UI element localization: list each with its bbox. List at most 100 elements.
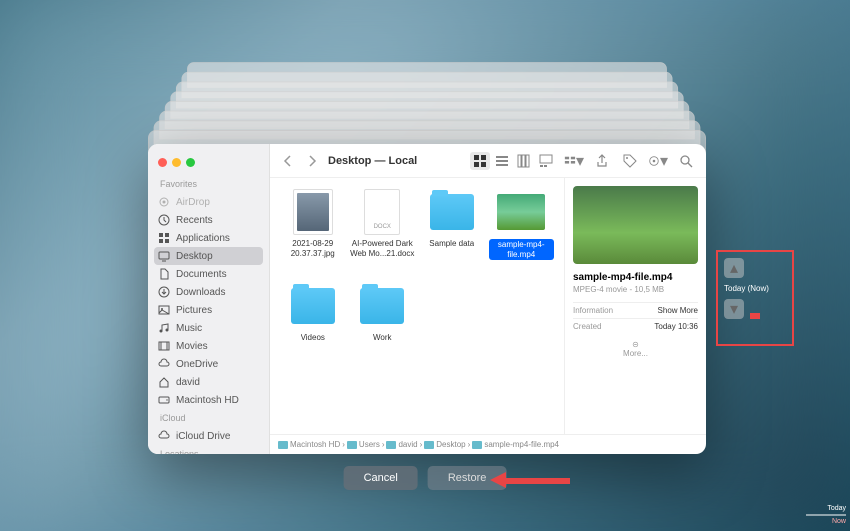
sidebar-item-macintosh-hd[interactable]: Macintosh HD	[148, 391, 269, 409]
sidebar-item-downloads[interactable]: Downloads	[148, 283, 269, 301]
timeline-down-button[interactable]: ▾	[724, 299, 744, 319]
file-item[interactable]: Videos	[280, 282, 346, 372]
sidebar: FavoritesAirDropRecents Applications Deskt…	[148, 144, 270, 454]
airdrop-icon	[158, 196, 170, 208]
hd-icon	[158, 394, 170, 406]
folder-icon	[472, 441, 482, 449]
sidebar-item-label: david	[176, 377, 200, 388]
group-button[interactable]: ▾	[564, 152, 584, 170]
file-name: 2021-08-29 20.37.37.jpg	[280, 239, 346, 258]
sidebar-item-label: Documents	[176, 269, 227, 280]
sidebar-item-label: Desktop	[176, 251, 213, 262]
window-title: Desktop — Local	[328, 155, 417, 167]
breadcrumb-item[interactable]: sample-mp4-file.mp4	[472, 440, 559, 449]
timeline-up-button[interactable]: ▴	[724, 258, 744, 278]
sidebar-item-icloud-drive[interactable]: iCloud Drive	[148, 427, 269, 445]
folder-icon	[291, 288, 335, 324]
preview-thumbnail	[573, 186, 698, 264]
recents-icon	[158, 214, 170, 226]
breadcrumb-item[interactable]: david	[386, 440, 417, 449]
path-bar: Macintosh HD›Users›david›Desktop›sample-…	[270, 434, 706, 454]
tags-button[interactable]	[620, 152, 640, 170]
docs-icon	[158, 268, 170, 280]
finder-window: FavoritesAirDropRecents Applications Deskt…	[148, 144, 706, 454]
folder-icon	[360, 288, 404, 324]
view-icons-button[interactable]	[470, 152, 490, 170]
music-icon	[158, 322, 170, 334]
cancel-button[interactable]: Cancel	[344, 466, 418, 490]
apps-icon	[158, 232, 170, 244]
action-button[interactable]: ▾	[648, 152, 668, 170]
file-name: Sample data	[429, 239, 474, 249]
info-label: Information	[573, 306, 613, 315]
file-item[interactable]: sample-mp4-file.mp4	[489, 188, 555, 278]
onedrive-icon	[158, 358, 170, 370]
sidebar-item-david[interactable]: david	[148, 373, 269, 391]
created-label: Created	[573, 322, 601, 331]
folder-icon	[278, 441, 288, 449]
view-columns-button[interactable]	[514, 152, 534, 170]
view-list-button[interactable]	[492, 152, 512, 170]
file-item[interactable]: Work	[350, 282, 416, 372]
preview-subtitle: MPEG-4 movie - 10,5 MB	[573, 285, 698, 294]
annotation-arrow	[490, 472, 570, 488]
preview-filename: sample-mp4-file.mp4	[573, 272, 698, 283]
file-name: AI-Powered Dark Web Mo...21.docx	[350, 239, 416, 258]
folder-icon	[430, 194, 474, 230]
preview-pane: sample-mp4-file.mp4 MPEG-4 movie - 10,5 …	[564, 178, 706, 434]
file-item[interactable]: AI-Powered Dark Web Mo...21.docx	[350, 188, 416, 278]
created-value: Today 10:36	[654, 322, 698, 331]
file-name: sample-mp4-file.mp4	[489, 239, 555, 260]
sidebar-item-onedrive[interactable]: OneDrive	[148, 355, 269, 373]
sidebar-section-label: Locations	[148, 445, 269, 454]
more-actions[interactable]: ⊝More...	[573, 334, 698, 364]
sidebar-item-applications[interactable]: Applications	[148, 229, 269, 247]
annotation-marker	[750, 313, 760, 319]
sidebar-item-label: iCloud Drive	[176, 431, 230, 442]
sidebar-section-label: Favorites	[148, 175, 269, 193]
window-controls	[148, 152, 269, 175]
view-gallery-button[interactable]	[536, 152, 556, 170]
maximize-button[interactable]	[186, 158, 195, 167]
sidebar-item-pictures[interactable]: Pictures	[148, 301, 269, 319]
sidebar-item-label: OneDrive	[176, 359, 218, 370]
folder-icon	[424, 441, 434, 449]
forward-button[interactable]	[304, 153, 320, 169]
file-item[interactable]: 2021-08-29 20.37.37.jpg	[280, 188, 346, 278]
breadcrumb-item[interactable]: Users	[347, 440, 380, 449]
folder-icon	[347, 441, 357, 449]
file-name: Work	[373, 333, 392, 343]
sidebar-item-recents[interactable]: Recents	[148, 211, 269, 229]
movies-icon	[158, 340, 170, 352]
timeline-scrubber[interactable]: Today Now	[806, 505, 846, 525]
close-button[interactable]	[158, 158, 167, 167]
sidebar-item-label: Movies	[176, 341, 208, 352]
pictures-icon	[158, 304, 170, 316]
sidebar-item-movies[interactable]: Movies	[148, 337, 269, 355]
sidebar-item-documents[interactable]: Documents	[148, 265, 269, 283]
file-item[interactable]: Sample data	[419, 188, 485, 278]
breadcrumb-item[interactable]: Macintosh HD	[278, 440, 340, 449]
show-more-link[interactable]: Show More	[658, 306, 698, 315]
sidebar-item-airdrop[interactable]: AirDrop	[148, 193, 269, 211]
minimize-button[interactable]	[172, 158, 181, 167]
timeline-label: Today (Now)	[724, 284, 786, 293]
action-buttons: Cancel Restore	[344, 466, 507, 490]
search-button[interactable]	[676, 152, 696, 170]
sidebar-item-label: Pictures	[176, 305, 212, 316]
desktop-icon	[158, 250, 170, 262]
downloads-icon	[158, 286, 170, 298]
sidebar-item-label: Music	[176, 323, 202, 334]
sidebar-item-music[interactable]: Music	[148, 319, 269, 337]
toolbar: Desktop — Local ▾ ▾	[270, 144, 706, 178]
sidebar-section-label: iCloud	[148, 409, 269, 427]
image-icon	[293, 189, 333, 235]
sidebar-item-label: Macintosh HD	[176, 395, 239, 406]
back-button[interactable]	[280, 153, 296, 169]
breadcrumb-item[interactable]: Desktop	[424, 440, 465, 449]
sidebar-item-label: Applications	[176, 233, 230, 244]
share-button[interactable]	[592, 152, 612, 170]
main-pane: Desktop — Local ▾ ▾ 2021-08-29 20.37.37.…	[270, 144, 706, 454]
sidebar-item-desktop[interactable]: Desktop	[154, 247, 263, 265]
video-icon	[497, 194, 545, 230]
